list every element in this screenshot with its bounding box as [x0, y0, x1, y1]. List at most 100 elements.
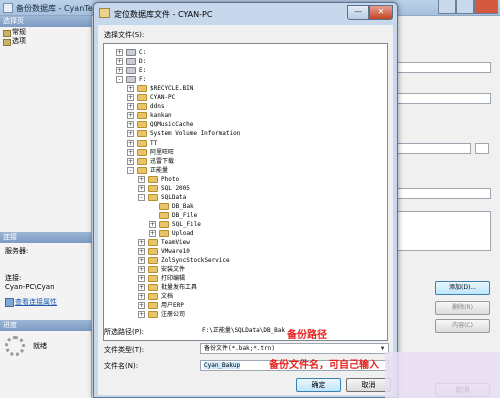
- folder-icon: [159, 211, 169, 219]
- folder-icon: [137, 112, 147, 120]
- tree-node-label: 注册公司: [161, 311, 186, 319]
- expand-icon[interactable]: +: [127, 112, 134, 120]
- backup-dropdown[interactable]: [391, 62, 491, 73]
- folder-icon: [148, 284, 158, 292]
- connection-value: Cyan-PC\Cyan: [5, 283, 55, 291]
- dialog-minimize-icon[interactable]: —: [347, 5, 369, 20]
- expand-icon[interactable]: +: [127, 121, 134, 129]
- locate-database-files-dialog: 定位数据库文件 - CYAN-PC — ✕ 选择文件(S): + C: + D: + E:…: [93, 2, 398, 398]
- progress-area: 就绪: [5, 336, 47, 356]
- expand-icon[interactable]: +: [127, 85, 134, 93]
- dialog-close-icon[interactable]: ✕: [369, 5, 393, 20]
- browse-button[interactable]: [475, 143, 489, 154]
- remove-button[interactable]: 删除(R): [435, 301, 490, 315]
- folder-icon: [148, 293, 158, 301]
- file-type-value: 备份文件(*.bak;*.trn): [204, 345, 275, 352]
- expand-icon[interactable]: +: [127, 157, 134, 165]
- right-panel: [391, 16, 500, 398]
- expand-icon[interactable]: +: [138, 284, 145, 292]
- connection-label: 连接:: [5, 274, 22, 282]
- progress-spinner-icon: [5, 336, 25, 356]
- expand-icon[interactable]: +: [127, 94, 134, 102]
- backup-type-dropdown[interactable]: [391, 93, 491, 104]
- backup-path-annotation: 备份路径: [287, 330, 327, 341]
- expand-icon[interactable]: +: [149, 230, 156, 237]
- collapse-icon[interactable]: -: [138, 193, 145, 201]
- server-label: 服务器:: [5, 247, 29, 255]
- file-type-dropdown[interactable]: 备份文件(*.bak;*.trn) ▼: [200, 343, 389, 354]
- expand-icon[interactable]: +: [138, 239, 145, 247]
- left-panel: 选择页 常规 选项 连接 服务器: 连接: Cyan-PC\Cyan 查看连接属…: [0, 16, 92, 398]
- drive-icon: [126, 76, 136, 84]
- expand-icon[interactable]: +: [116, 67, 123, 75]
- name-field[interactable]: [391, 188, 491, 199]
- drive-icon: [126, 67, 136, 75]
- expand-icon[interactable]: +: [127, 139, 134, 147]
- view-connection-properties-link[interactable]: 查看连接属性: [5, 297, 57, 307]
- database-icon: [3, 3, 13, 13]
- drive-icon: [126, 49, 136, 56]
- expand-icon[interactable]: +: [127, 103, 134, 111]
- expand-icon[interactable]: +: [116, 49, 123, 56]
- drive-icon: [126, 58, 136, 66]
- connection-header: 连接: [0, 232, 92, 243]
- close-icon[interactable]: [474, 0, 498, 14]
- select-page-header: 选择页: [0, 16, 92, 27]
- expand-icon[interactable]: +: [138, 248, 145, 256]
- window-title: 备份数据库 - CyanTest: [16, 4, 101, 13]
- expand-icon[interactable]: +: [138, 311, 145, 319]
- contents-button[interactable]: 内容(C): [435, 319, 490, 333]
- progress-header: 进度: [0, 320, 92, 331]
- add-button[interactable]: 添加(D)...: [435, 281, 490, 295]
- folder-icon: [148, 175, 158, 183]
- folder-icon: [148, 239, 158, 247]
- folder-icon: [159, 220, 169, 228]
- dialog-titlebar: 定位数据库文件 - CYAN-PC — ✕: [94, 3, 397, 25]
- collapse-icon[interactable]: -: [116, 76, 123, 84]
- dialog-icon: [99, 8, 110, 18]
- collapse-icon[interactable]: -: [127, 166, 134, 174]
- tree-node[interactable]: + 注册公司: [104, 310, 384, 320]
- folder-icon: [137, 130, 147, 138]
- folder-icon: [137, 121, 147, 129]
- chevron-down-icon: ▼: [380, 345, 385, 352]
- folder-icon: [137, 166, 147, 174]
- expand-icon[interactable]: +: [138, 302, 145, 310]
- folder-icon: [148, 257, 158, 265]
- page-item-options[interactable]: 选项: [2, 37, 26, 46]
- folder-icon: [148, 193, 158, 201]
- expand-icon[interactable]: +: [116, 58, 123, 66]
- maximize-icon[interactable]: [456, 0, 474, 14]
- folder-icon: [137, 85, 147, 93]
- expand-icon[interactable]: +: [138, 266, 145, 274]
- expand-icon[interactable]: +: [138, 184, 145, 192]
- folder-icon: [148, 302, 158, 310]
- ok-button[interactable]: 确定: [296, 378, 341, 392]
- watermark: [385, 352, 500, 398]
- folder-tree[interactable]: + C: + D: + E: - F: + $RECYCLE.BIN + CYAN-PC + ddns + k…: [103, 43, 388, 341]
- page-list: 常规 选项: [2, 28, 26, 46]
- page-item-general[interactable]: 常规: [2, 28, 26, 37]
- folder-icon: [148, 184, 158, 192]
- expand-icon[interactable]: +: [138, 175, 145, 183]
- file-type-label: 文件类型(T):: [104, 346, 145, 354]
- minimize-icon[interactable]: [438, 0, 456, 14]
- folder-icon: [137, 139, 147, 147]
- expand-icon[interactable]: +: [149, 220, 156, 228]
- expand-icon[interactable]: +: [138, 293, 145, 301]
- folder-icon: [148, 248, 158, 256]
- folder-icon: [159, 230, 169, 237]
- expand-icon[interactable]: +: [127, 148, 134, 156]
- dialog-title: 定位数据库文件 - CYAN-PC: [114, 10, 213, 19]
- expand-icon[interactable]: +: [127, 130, 134, 138]
- folder-icon: [137, 103, 147, 111]
- file-name-annotation: 备份文件名，可自己输入: [269, 360, 379, 371]
- file-name-value: Cyan_Bakup: [204, 362, 241, 369]
- folder-icon: [148, 266, 158, 274]
- expand-icon[interactable]: +: [138, 275, 145, 283]
- backup-set-field[interactable]: [391, 143, 471, 154]
- description-field[interactable]: [391, 211, 491, 251]
- folder-label: 选择文件(S):: [104, 31, 145, 39]
- file-name-label: 文件名(N):: [104, 362, 139, 370]
- expand-icon[interactable]: +: [138, 257, 145, 265]
